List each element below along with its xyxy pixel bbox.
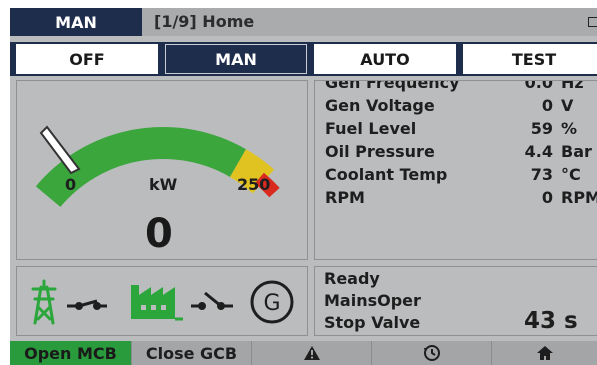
alarm-button[interactable]	[251, 341, 371, 365]
history-button[interactable]	[371, 341, 491, 365]
measurement-unit: °C	[561, 165, 581, 184]
measurement-row: RPM 0 RPM	[325, 188, 597, 211]
measurement-name: Gen Voltage	[325, 96, 435, 115]
generator-letter: G	[263, 291, 280, 316]
header-bar: MAN [1/9] Home	[10, 8, 597, 36]
measurement-name: Fuel Level	[325, 119, 417, 138]
measurement-name: RPM	[325, 188, 365, 207]
measurement-row: Gen Voltage 0 V	[325, 96, 597, 119]
page-indicator-box	[588, 17, 597, 27]
gauge-min-label: 0	[65, 175, 77, 194]
open-mcb-button[interactable]: Open MCB	[10, 341, 131, 365]
mcb-switch-icon[interactable]	[65, 293, 109, 313]
status-line-1: Ready	[324, 269, 380, 288]
status-timer: 43 s	[524, 308, 578, 334]
measurement-unit: %	[561, 119, 578, 138]
power-value: 0	[145, 211, 173, 257]
gcb-switch-icon[interactable]	[189, 289, 237, 315]
home-button[interactable]	[491, 341, 597, 365]
single-line-diagram-panel: G	[16, 266, 308, 336]
status-panel: Ready MainsOper Stop Valve 43 s	[314, 266, 597, 336]
measurement-value: 0.0	[524, 80, 553, 92]
measurement-unit: Hz	[561, 80, 584, 92]
measurement-row: Oil Pressure 4.4 Bar	[325, 142, 597, 165]
measurement-name: Coolant Temp	[325, 165, 448, 184]
measurement-unit: Bar	[561, 142, 592, 161]
measurements-panel: Gen Frequency 0.0 Hz Gen Voltage 0 V Fue…	[314, 80, 597, 260]
page-title: [1/9] Home	[154, 12, 255, 31]
mode-auto-button[interactable]: AUTO	[314, 44, 456, 74]
footer-softkey-bar: Open MCB Close GCB	[10, 341, 597, 365]
close-gcb-button[interactable]: Close GCB	[131, 341, 251, 365]
measurement-row: Coolant Temp 73 °C	[325, 165, 597, 188]
gauge-unit-label: kW	[149, 175, 178, 194]
home-icon	[536, 346, 553, 360]
factory-load-icon	[131, 285, 183, 321]
history-icon	[423, 345, 440, 361]
current-mode-tab[interactable]: MAN	[10, 8, 142, 36]
mode-test-button[interactable]: TEST	[463, 44, 597, 74]
measurement-name: Oil Pressure	[325, 142, 435, 161]
power-gauge-panel: 0 kW 250 0	[16, 80, 308, 260]
measurement-value: 73	[530, 165, 553, 184]
gauge-max-label: 250	[237, 175, 271, 194]
mode-off-button[interactable]: OFF	[16, 44, 158, 74]
mode-button-bar: OFF MAN AUTO TEST	[10, 42, 597, 76]
controller-screen: MAN [1/9] Home OFF MAN AUTO TEST 0 kW 25…	[10, 8, 597, 365]
alarm-warning-icon	[303, 346, 320, 360]
measurement-name: Gen Frequency	[325, 80, 460, 92]
mode-man-button[interactable]: MAN	[165, 44, 307, 74]
measurement-row: Gen Frequency 0.0 Hz	[325, 80, 597, 96]
measurement-value: 0	[541, 188, 553, 207]
measurement-unit: V	[561, 96, 574, 115]
status-line-3: Stop Valve	[324, 313, 421, 332]
measurement-unit: RPM	[561, 188, 597, 207]
status-line-2: MainsOper	[324, 291, 421, 310]
mains-tower-icon	[31, 279, 57, 325]
generator-icon[interactable]: G	[249, 279, 295, 325]
measurement-value: 4.4	[524, 142, 553, 161]
measurement-value: 59	[530, 119, 553, 138]
measurement-value: 0	[541, 96, 553, 115]
measurement-row: Fuel Level 59 %	[325, 119, 597, 142]
